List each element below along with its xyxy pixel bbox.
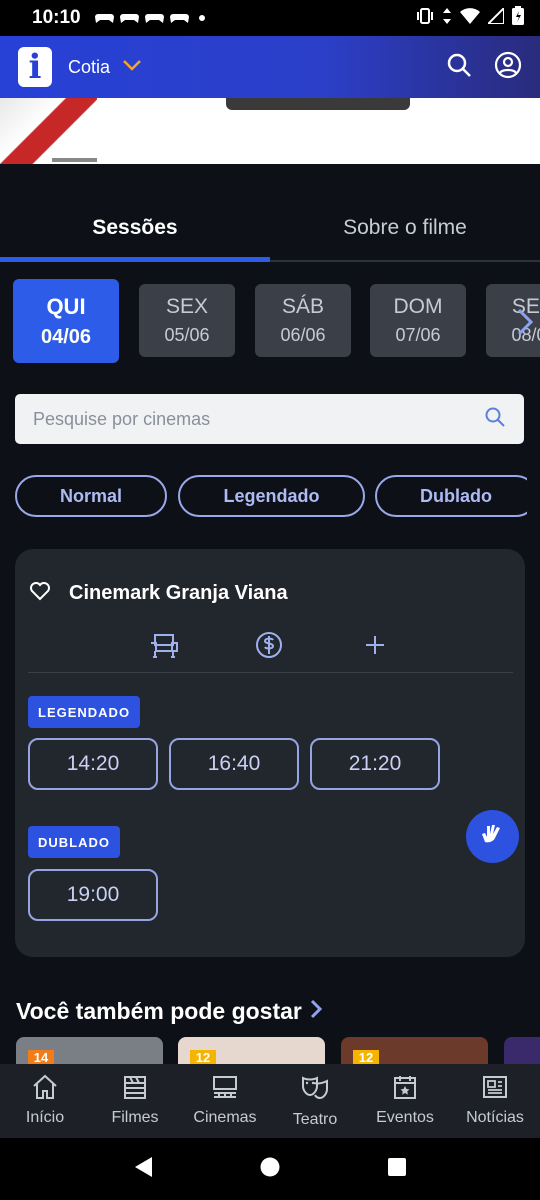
gamepad-icon xyxy=(94,11,114,25)
date-weekday: QUI xyxy=(46,293,86,319)
hands-icon xyxy=(479,820,507,853)
date-day: 06/06 xyxy=(280,325,326,345)
status-bar: 10:10 xyxy=(0,0,540,36)
age-rating-badge: 14 xyxy=(28,1050,54,1065)
dollar-icon[interactable] xyxy=(255,631,283,664)
data-arrows-icon xyxy=(442,7,452,29)
ad-banner[interactable] xyxy=(0,98,540,164)
movie-poster[interactable] xyxy=(504,1037,540,1065)
bottom-navigation: Início Filmes Cinemas Teatro Eventos Not… xyxy=(0,1064,540,1138)
movie-poster[interactable]: 12 xyxy=(178,1037,325,1065)
recommendations-heading[interactable]: Você também pode gostar xyxy=(16,998,322,1025)
showtime-button[interactable]: 14:20 xyxy=(28,738,158,790)
calendar-icon xyxy=(391,1074,419,1105)
system-navigation-bar xyxy=(0,1138,540,1200)
nav-item-noticias[interactable]: Notícias xyxy=(450,1064,540,1138)
vibrate-icon xyxy=(416,7,434,29)
cinema-amenities xyxy=(15,631,525,675)
movie-poster[interactable]: 14 xyxy=(16,1037,163,1065)
date-day: 05/06 xyxy=(164,325,210,345)
app-header: i Cotia xyxy=(0,36,540,98)
date-weekday: SEX xyxy=(165,295,209,318)
filter-chip-legendado[interactable]: Legendado xyxy=(178,475,365,517)
nav-label: Início xyxy=(25,1109,65,1126)
tab-sobre-o-filme[interactable]: Sobre o filme xyxy=(270,196,540,260)
battery-icon xyxy=(512,6,524,30)
cinema-search-input[interactable] xyxy=(33,408,484,430)
search-icon[interactable] xyxy=(484,406,506,433)
more-notifications-dot xyxy=(198,15,205,21)
nav-label: Teatro xyxy=(292,1111,338,1128)
nav-label: Notícias xyxy=(466,1109,524,1126)
cinema-name[interactable]: Cinemark Granja Viana xyxy=(69,582,288,605)
showtime-button[interactable]: 19:00 xyxy=(28,869,158,921)
cinema-search xyxy=(15,394,524,444)
recommendations-title: Você também pode gostar xyxy=(16,998,302,1024)
age-rating-badge: 12 xyxy=(353,1050,379,1065)
nav-item-filmes[interactable]: Filmes xyxy=(90,1064,180,1138)
clapperboard-icon xyxy=(121,1074,149,1105)
showtime-button[interactable]: 16:40 xyxy=(169,738,299,790)
search-icon[interactable] xyxy=(446,52,472,83)
format-badge-legendado: LEGENDADO xyxy=(28,696,141,728)
nav-item-teatro[interactable]: Teatro xyxy=(270,1064,360,1138)
date-item[interactable]: SEX 05/06 xyxy=(139,284,235,357)
nav-item-eventos[interactable]: Eventos xyxy=(360,1064,450,1138)
recents-square-icon[interactable] xyxy=(386,1156,408,1183)
user-profile-icon[interactable] xyxy=(494,51,522,84)
app-logo[interactable]: i xyxy=(18,47,52,87)
date-day: 04/06 xyxy=(40,325,92,348)
banner-handle xyxy=(226,98,410,110)
gamepad-icon xyxy=(144,11,164,25)
movie-tabs: Sessões Sobre o filme xyxy=(0,196,540,262)
system-icons xyxy=(416,5,524,30)
tab-sessoes[interactable]: Sessões xyxy=(0,196,270,262)
banner-thumbnail xyxy=(0,98,97,164)
date-item[interactable]: SÁB 06/06 xyxy=(255,284,351,357)
chevron-right-icon xyxy=(310,998,322,1025)
date-weekday: DOM xyxy=(393,295,443,318)
city-selector-label[interactable]: Cotia xyxy=(68,57,110,78)
divider xyxy=(28,672,513,673)
chevron-right-icon[interactable] xyxy=(510,302,540,342)
nav-item-cinemas[interactable]: Cinemas xyxy=(180,1064,270,1138)
date-selector: QUI 04/06 SEX 05/06 SÁB 06/06 DOM 07/06 … xyxy=(13,279,540,365)
format-badge-dublado: DUBLADO xyxy=(28,826,120,858)
status-time: 10:10 xyxy=(32,7,81,28)
seat-icon[interactable] xyxy=(149,631,179,664)
home-circle-icon[interactable] xyxy=(259,1156,281,1183)
recommendations-carousel: 14 12 12 xyxy=(16,1037,540,1065)
gamepad-icon xyxy=(119,11,139,25)
gamepad-icon xyxy=(169,11,189,25)
signal-icon xyxy=(485,5,505,29)
filter-chip-normal[interactable]: Normal xyxy=(15,475,167,517)
newspaper-icon xyxy=(481,1074,509,1105)
wifi-icon xyxy=(460,7,480,29)
accessibility-sign-language-button[interactable] xyxy=(466,810,519,863)
notification-icons xyxy=(94,11,205,25)
date-item[interactable]: QUI 04/06 xyxy=(13,279,119,363)
masks-icon xyxy=(300,1074,330,1107)
age-rating-badge: 12 xyxy=(190,1050,216,1065)
movie-poster[interactable]: 12 xyxy=(341,1037,488,1065)
nav-label: Eventos xyxy=(376,1109,434,1126)
home-icon xyxy=(31,1074,59,1105)
nav-label: Filmes xyxy=(111,1109,159,1126)
format-filters: Normal Legendado Dublado xyxy=(15,475,527,519)
date-weekday: SÁB xyxy=(281,295,325,318)
favorite-heart-icon[interactable] xyxy=(29,581,51,606)
chevron-down-icon[interactable] xyxy=(122,58,142,76)
date-item[interactable]: DOM 07/06 xyxy=(370,284,466,357)
showtime-button[interactable]: 21:20 xyxy=(310,738,440,790)
nav-label: Cinemas xyxy=(193,1109,257,1126)
cinema-icon xyxy=(211,1074,239,1105)
date-day: 07/06 xyxy=(395,325,441,345)
plus-icon[interactable] xyxy=(363,631,387,664)
nav-item-inicio[interactable]: Início xyxy=(0,1064,90,1138)
filter-chip-dublado[interactable]: Dublado xyxy=(375,475,527,517)
banner-progress xyxy=(52,158,97,162)
cinema-card: Cinemark Granja Viana LEGENDADO 14:20 16… xyxy=(15,549,525,957)
back-icon[interactable] xyxy=(132,1155,154,1184)
